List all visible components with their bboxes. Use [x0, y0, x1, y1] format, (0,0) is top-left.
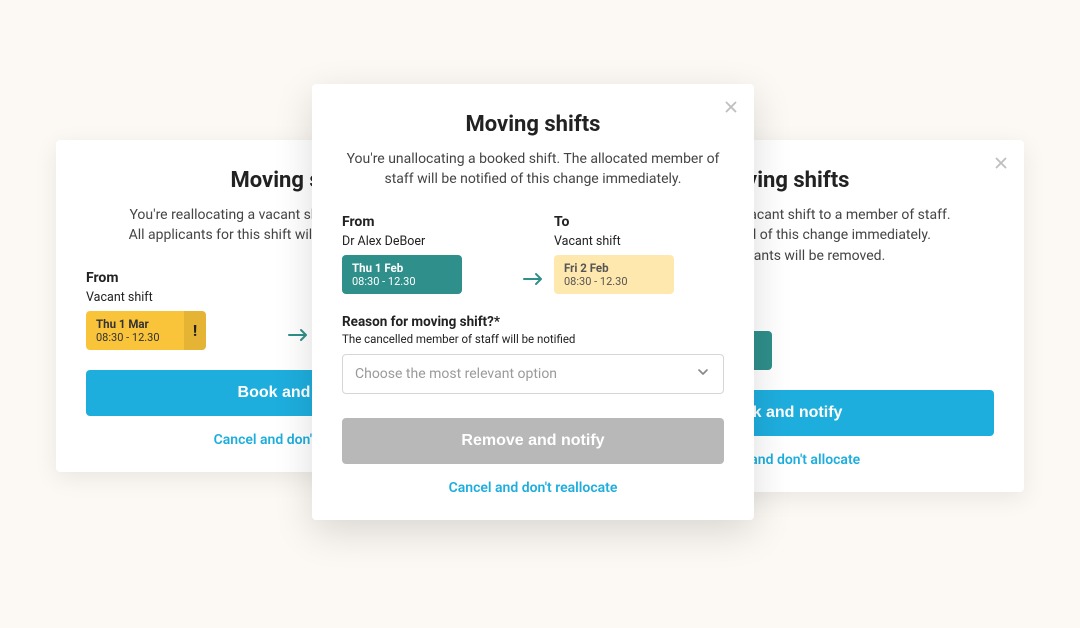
reason-sublabel: The cancelled member of staff will be no… [342, 332, 724, 346]
warning-icon: ! [184, 311, 206, 350]
to-sublabel: Vacant shift [554, 234, 724, 249]
shift-row: From Dr Alex DeBoer Thu 1 Feb 08:30 - 12… [342, 214, 724, 294]
shift-chip-from[interactable]: Thu 1 Mar 08:30 - 12.30 ! [86, 311, 206, 350]
from-sublabel: Dr Alex DeBoer [342, 234, 512, 249]
from-label: From [342, 214, 512, 230]
from-sublabel: Vacant shift [86, 290, 277, 305]
chevron-down-icon [695, 364, 711, 384]
cancel-link[interactable]: Cancel and don't reallocate [342, 480, 724, 496]
reason-label: Reason for moving shift?* [342, 314, 724, 330]
from-label: From [86, 270, 277, 286]
remove-and-notify-button[interactable]: Remove and notify [342, 418, 724, 464]
modal-title: Moving shifts [342, 112, 724, 137]
to-label: To [554, 214, 724, 230]
shift-chip-to[interactable]: Fri 2 Feb 08:30 - 12.30 [554, 255, 674, 294]
reason-select[interactable]: Choose the most relevant option [342, 354, 724, 394]
modal-subtitle: You're unallocating a booked shift. The … [342, 149, 724, 190]
close-icon[interactable] [722, 98, 740, 116]
close-icon[interactable] [992, 154, 1010, 172]
shift-chip-from[interactable]: Thu 1 Feb 08:30 - 12.30 [342, 255, 462, 294]
arrow-right-icon [287, 328, 309, 350]
moving-shifts-modal-center: Moving shifts You're unallocating a book… [312, 84, 754, 520]
select-placeholder: Choose the most relevant option [355, 366, 557, 382]
arrow-right-icon [522, 272, 544, 294]
